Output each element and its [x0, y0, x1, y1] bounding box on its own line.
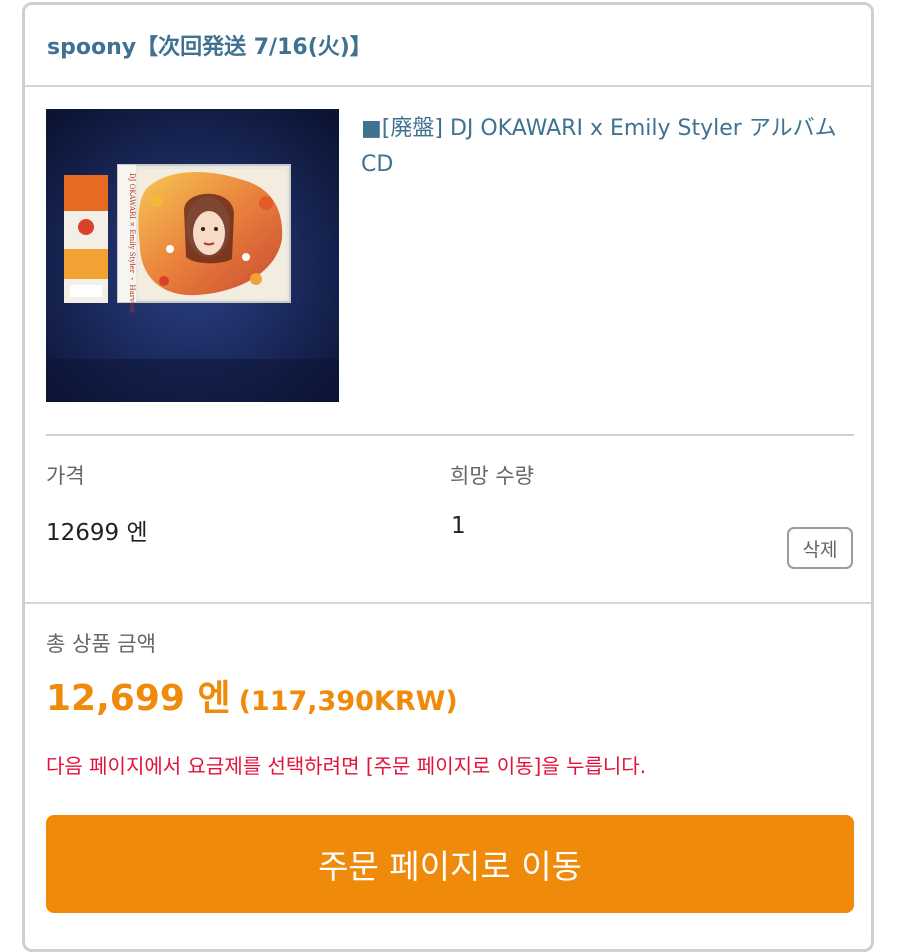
total-label: 총 상품 금액	[46, 632, 156, 656]
total-amount-krw: (117,390KRW)	[238, 686, 458, 717]
go-to-order-button[interactable]: 주문 페이지로 이동	[46, 815, 854, 913]
product-image[interactable]: DJ OKAWARI × Emily Styler ・ Harvest	[46, 109, 339, 402]
total-amount: 12,699 엔 (117,390KRW)	[46, 669, 458, 721]
price-value: 12699 엔	[46, 520, 148, 546]
summary-divider	[25, 602, 871, 604]
shop-header: spoony【次回発送 7/16(火)】	[25, 5, 871, 87]
quantity-value[interactable]: 1	[451, 513, 466, 539]
item-title-link[interactable]: ■[廃盤] DJ OKAWARI x Emily Styler アルバムCD	[361, 111, 846, 183]
quantity-label: 희망 수량	[450, 464, 534, 488]
obi-strip	[64, 175, 108, 303]
total-amount-jpy: 12,699 엔	[46, 678, 231, 719]
item-divider	[46, 434, 854, 436]
cd-spine-text: DJ OKAWARI × Emily Styler ・ Harvest	[128, 173, 136, 313]
cart-card: spoony【次回発送 7/16(火)】 DJ OKAWARI × Emily …	[22, 2, 874, 952]
price-label: 가격	[46, 464, 85, 488]
delete-button[interactable]: 삭제	[787, 527, 853, 569]
shop-name-link[interactable]: spoony【次回発送 7/16(火)】	[47, 29, 372, 61]
order-notice: 다음 페이지에서 요금제를 선택하려면 [주문 페이지로 이동]을 누릅니다.	[46, 754, 647, 778]
